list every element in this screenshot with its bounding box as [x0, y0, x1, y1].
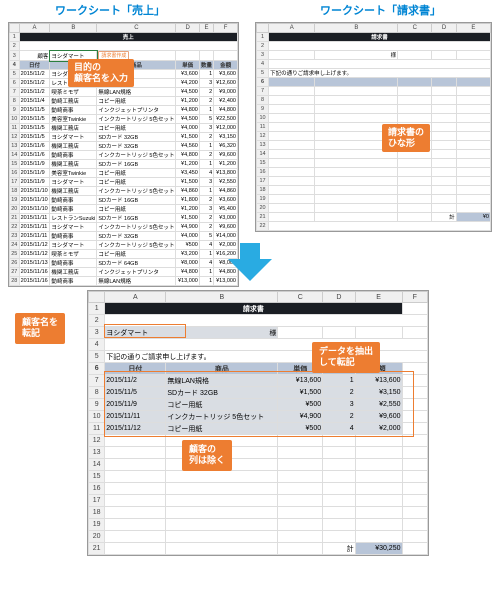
table-row: 222015/11/11ヨシダマートインクカートリッジ 5色セット¥4,9002… — [10, 223, 238, 232]
table-row: 82015/11/5SDカード 32GB¥1,5002¥3,150 — [89, 387, 428, 399]
table-row: 72015/11/2無線LAN規格¥13,6001¥13,600 — [89, 375, 428, 387]
total-value: ¥30,250 — [355, 543, 402, 555]
table-row: 15 — [89, 471, 428, 483]
table-row: 232015/11/11動崎商事SDカード 32GB¥4,0005¥14,000 — [10, 232, 238, 241]
arrow-down-icon — [228, 259, 272, 281]
table-row: 102015/11/5美容室Twinkieインクカートリッジ 5色セット¥4,5… — [10, 115, 238, 124]
table-row: 152015/11/9機関工務店SDカード 16GB¥1,2001¥1,200 — [10, 160, 238, 169]
table-row: 282015/11/16動崎商事無線LAN規格¥13,0001¥13,000 — [10, 277, 238, 286]
table-row: 8 — [257, 96, 491, 105]
table-row: 13 — [257, 141, 491, 150]
table-row: 17 — [257, 177, 491, 186]
table-row: 252015/11/12喫茶ミモザコピー用紙¥3,2001¥16,200 — [10, 250, 238, 259]
col-header-row: A B C D E F — [89, 292, 428, 303]
table-row: 122015/11/5ヨシダマートSDカード 32GB¥1,5002¥3,150 — [10, 133, 238, 142]
table-row: 18 — [89, 507, 428, 519]
table-row: 142015/11/6動崎商事インクカートリッジ 5色セット¥4,8002¥9,… — [10, 151, 238, 160]
table-row: 20 — [89, 531, 428, 543]
table-row: 19 — [89, 519, 428, 531]
table-row: 10 — [257, 114, 491, 123]
table-row: 9 — [257, 105, 491, 114]
table-row: 18 — [257, 186, 491, 195]
callout-input-customer: 目的の顧客名を入力 — [68, 59, 134, 87]
customer-name: ヨシダマート様 — [105, 327, 278, 339]
sales-title: 売上 — [19, 33, 237, 42]
table-row: 92015/11/9コピー用紙¥5003¥2,550 — [89, 399, 428, 411]
table-row: 72015/11/2喫茶ミモザ無線LAN規格¥4,5002¥9,000 — [10, 88, 238, 97]
invoice-template-sheet: A B C D E 1請求書 2 3様 4 5下記の通りご請求申し上げます。 6… — [255, 22, 492, 232]
table-row: 112015/11/12コピー用紙¥5004¥2,000 — [89, 423, 428, 435]
table-row: 7 — [257, 87, 491, 96]
table-row: 14 — [89, 459, 428, 471]
table-row: 182015/11/10機関工務店インクカートリッジ 5色セット¥4,8601¥… — [10, 187, 238, 196]
table-row: 212015/11/11レストランSuzukiSDカード 16GB¥1,5002… — [10, 214, 238, 223]
table-row: 272015/11/16機関工務店インクジェットプリンタ¥4,8001¥4,80… — [10, 268, 238, 277]
invoice-note: 下記の通りご請求申し上げます。 — [269, 69, 491, 78]
table-row: 202015/11/10動崎商事コピー用紙¥1,2003¥5,400 — [10, 205, 238, 214]
table-row: 17 — [89, 495, 428, 507]
table-row: 19 — [257, 195, 491, 204]
callout-exclude-col: 顧客の列は除く — [182, 440, 232, 471]
sheet-title-sales: ワークシート「売上」 — [55, 2, 165, 18]
table-row: 262015/11/13動崎商事SDカード 64GB¥8,0004¥8,000 — [10, 259, 238, 268]
callout-transfer-name: 顧客名を転記 — [15, 313, 65, 344]
table-row: 20 — [257, 204, 491, 213]
total-label: 計 — [323, 543, 356, 555]
col-header-row: A B C D E — [257, 24, 491, 33]
total-label: 計 — [432, 213, 456, 222]
table-row: 92015/11/5動崎商事インクジェットプリンタ¥4,8001¥4,800 — [10, 106, 238, 115]
sheet-title-invoice: ワークシート「請求書」 — [320, 2, 441, 18]
table-row: 112015/11/5機関工務店コピー用紙¥4,0003¥12,000 — [10, 124, 238, 133]
table-row: 192015/11/10動崎商事SDカード 16GB¥1,8002¥3,600 — [10, 196, 238, 205]
table-row: 242015/11/12ヨシダマートインクカートリッジ 5色セット¥5004¥2… — [10, 241, 238, 250]
table-row: 12 — [89, 435, 428, 447]
callout-template: 請求書のひな形 — [382, 124, 430, 152]
table-row: 172015/11/9ヨシダマートコピー用紙¥1,5003¥2,550 — [10, 178, 238, 187]
filter-label: 顧客 — [19, 51, 50, 61]
honorific: 様 — [315, 51, 398, 60]
table-row: 13 — [89, 447, 428, 459]
table-row: 102015/11/11インクカートリッジ 5色セット¥4,9002¥9,600 — [89, 411, 428, 423]
table-row: 162015/11/9美容室Twinkieコピー用紙¥3,4504¥13,800 — [10, 169, 238, 178]
invoice-title: 請求書 — [105, 303, 402, 315]
total-value: ¥0 — [456, 213, 490, 222]
table-row: 82015/11/4動崎工務店コピー用紙¥1,2002¥2,400 — [10, 97, 238, 106]
callout-extract-data: データを抽出して転記 — [312, 342, 380, 373]
table-row: 16 — [89, 483, 428, 495]
table-row: 16 — [257, 168, 491, 177]
table-row: 12 — [257, 132, 491, 141]
invoice-title: 請求書 — [269, 33, 491, 42]
invoice-filled-sheet: A B C D E F 1請求書 2 3ヨシダマート様 4 5下記の通りご請求申… — [87, 290, 429, 556]
table-row: 15 — [257, 159, 491, 168]
table-row: 132015/11/6機関工務店SDカード 32GB¥4,5601¥6,320 — [10, 142, 238, 151]
table-row: 14 — [257, 150, 491, 159]
col-header-row: A B C D E F — [10, 24, 238, 33]
table-row: 11 — [257, 123, 491, 132]
